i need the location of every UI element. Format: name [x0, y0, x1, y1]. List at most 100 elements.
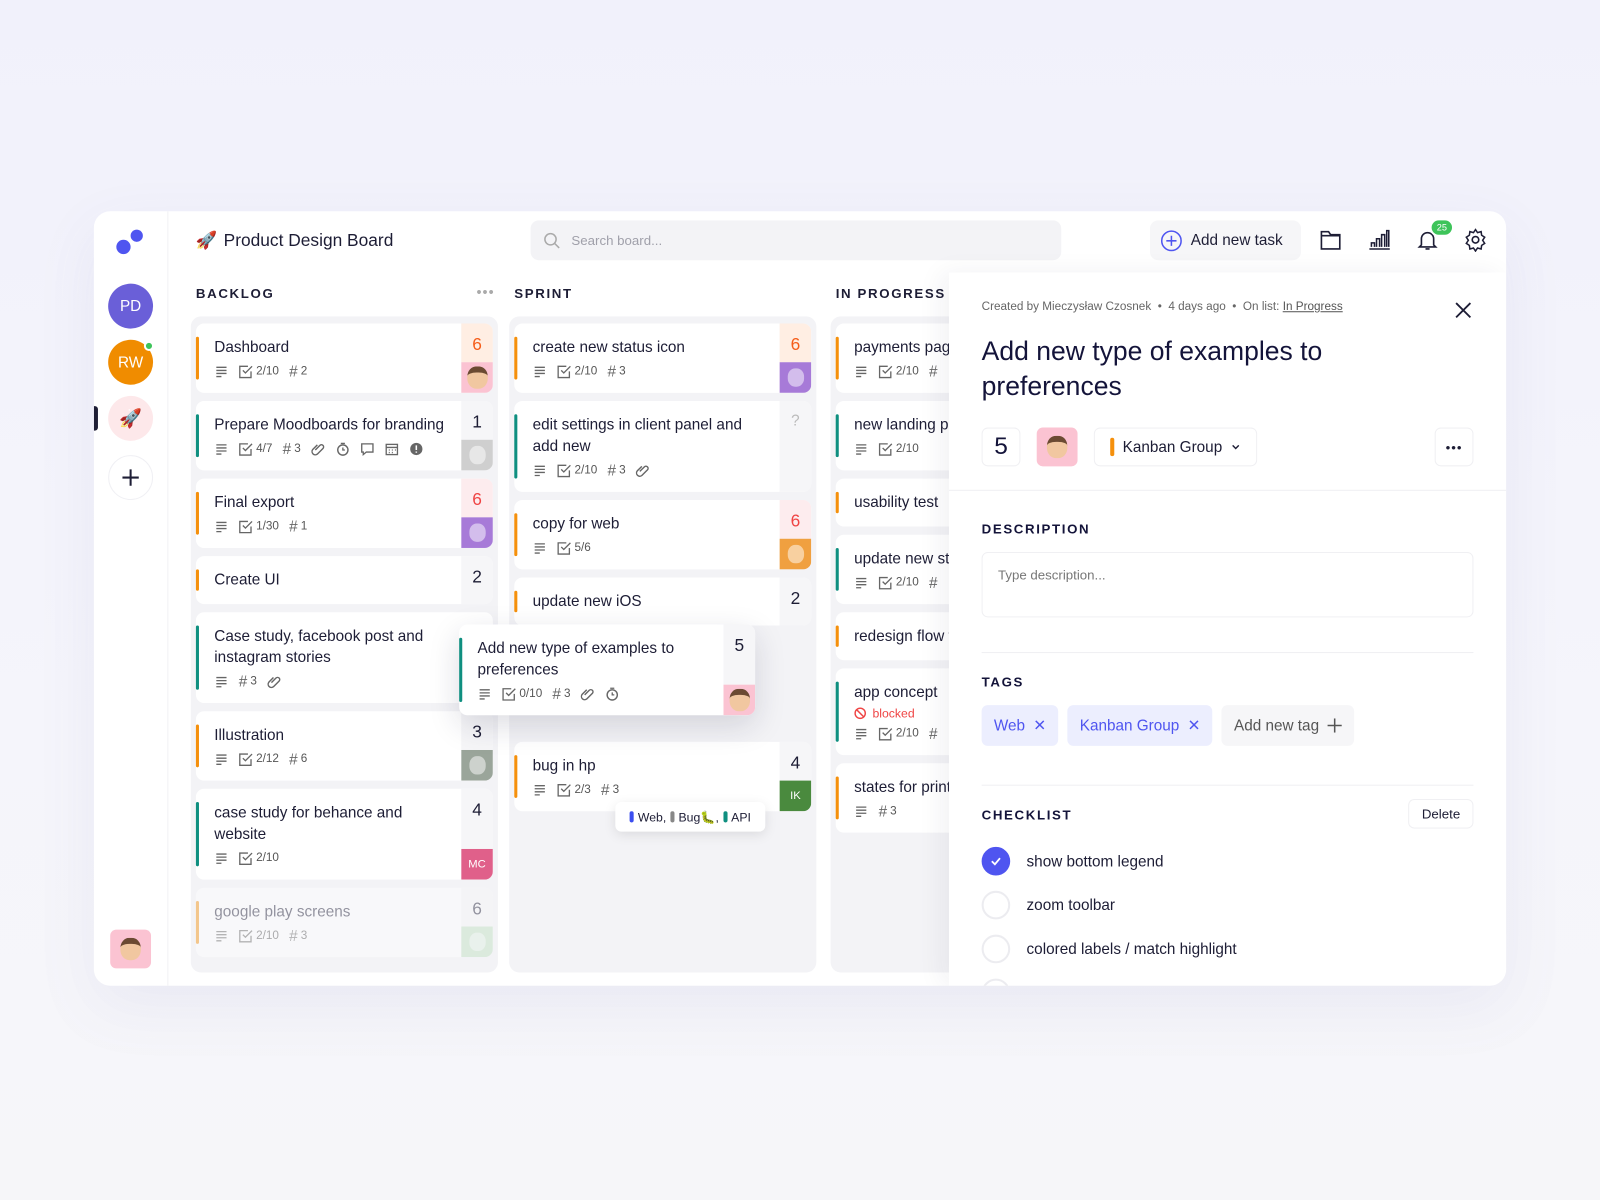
- card-meta: 2/10 #3: [533, 362, 771, 381]
- card-side: ?: [779, 401, 812, 492]
- search-bar[interactable]: [530, 220, 1062, 261]
- meta-value: 2/10: [256, 852, 279, 865]
- folder-icon[interactable]: [1318, 228, 1342, 252]
- task-card[interactable]: google play screens 2/10 #3 6: [195, 887, 493, 958]
- assignee-avatar[interactable]: [461, 749, 493, 781]
- checklist-icon: [878, 727, 893, 741]
- dragged-task-card[interactable]: Add new type of examples to preferences 0…: [459, 624, 756, 716]
- card-title: Final export: [214, 493, 295, 512]
- assignee-avatar[interactable]: [461, 517, 493, 548]
- delete-checklist-button[interactable]: Delete: [1408, 798, 1474, 829]
- workspace-pd[interactable]: PD: [108, 283, 154, 329]
- check-icon: [991, 857, 1001, 866]
- task-card[interactable]: Create UI 2: [195, 556, 493, 605]
- checklist-item[interactable]: colored labels / match highlight: [981, 934, 1237, 964]
- task-card[interactable]: Illustration 2/12 #6 3: [195, 711, 493, 781]
- checkbox-unchecked[interactable]: [981, 890, 1011, 920]
- task-card[interactable]: copy for web 5/6 6: [514, 499, 812, 570]
- checklist-item[interactable]: zoom toolbar: [981, 890, 1115, 920]
- search-input[interactable]: [571, 232, 1021, 248]
- plus-icon: [122, 469, 139, 486]
- meta-description: [533, 463, 547, 477]
- checkbox-unchecked[interactable]: [981, 934, 1011, 964]
- task-card[interactable]: Case study, facebook post and instagram …: [195, 612, 493, 704]
- meta-description: [214, 364, 228, 378]
- column-title-backlog: BACKLOG: [195, 285, 275, 302]
- checklist-item-label: show bottom legend: [1026, 852, 1164, 870]
- task-card[interactable]: Final export 1/30 #1 6: [195, 478, 493, 548]
- meta-checklist: 2/3: [557, 783, 591, 797]
- group-dropdown[interactable]: Kanban Group: [1093, 427, 1258, 467]
- meta-checklist: 2/10: [557, 364, 597, 379]
- hash-icon: #: [607, 362, 617, 381]
- task-card[interactable]: case study for behance and website 2/10 4 M…: [195, 788, 493, 880]
- avatar-face: [466, 366, 488, 389]
- description-input[interactable]: [981, 552, 1474, 618]
- column-menu-icon[interactable]: •••: [477, 284, 495, 300]
- column-backlog: Dashboard 2/10 #2 6 Prepare Moodboards for b…: [190, 316, 498, 973]
- checklist-item[interactable]: show bottom legend: [981, 846, 1164, 876]
- task-card[interactable]: update new iOS 2: [514, 577, 812, 626]
- remove-tag-icon[interactable]: ✕: [1187, 716, 1200, 734]
- description-icon: [479, 689, 490, 700]
- task-card[interactable]: create new status icon 2/10 #3 6: [514, 323, 812, 393]
- remove-tag-icon[interactable]: ✕: [1033, 716, 1046, 734]
- card-meta: 2/10 #2: [214, 363, 452, 380]
- workspace-product-design[interactable]: 🚀: [108, 395, 154, 441]
- points-field[interactable]: 5: [981, 427, 1021, 467]
- task-title[interactable]: Add new type of examples to preferences: [982, 334, 1370, 403]
- meta-hash: #: [929, 363, 941, 380]
- assignee-avatar[interactable]: [461, 439, 493, 471]
- task-detail-panel: Created by Mieczysław Czosnek • 4 days a…: [948, 272, 1507, 986]
- card-title: Case study, facebook post and instagram …: [214, 627, 424, 667]
- meta-hash: #3: [608, 462, 626, 479]
- task-card[interactable]: Prepare Moodboards for branding 4/7 #3 1: [195, 401, 493, 471]
- add-tag-label: Add new tag: [1233, 716, 1320, 735]
- tag-color-web: [629, 811, 634, 823]
- description-heading: DESCRIPTION: [981, 521, 1091, 537]
- meta-value: 3: [890, 805, 897, 818]
- avatar-face: [1046, 435, 1068, 459]
- assignee-avatar[interactable]: [723, 684, 756, 716]
- assignee-avatar[interactable]: [461, 362, 493, 393]
- add-new-task-button[interactable]: Add new task: [1149, 220, 1302, 261]
- checklist-icon: [502, 688, 516, 701]
- workspace-rw[interactable]: RW: [108, 339, 155, 385]
- card-meta: 0/10 #3: [478, 685, 715, 703]
- description-icon: [216, 853, 227, 864]
- assignee-avatar[interactable]: [461, 926, 493, 958]
- card-side: 6: [461, 887, 493, 958]
- meta-hash: #2: [289, 363, 307, 380]
- card-stripe: [195, 491, 199, 535]
- story-points: 6: [461, 323, 493, 363]
- assignee-avatar[interactable]: [779, 538, 812, 570]
- meta-value: 2/3: [574, 783, 591, 796]
- checklist-icon: [557, 542, 571, 555]
- chart-icon[interactable]: [1367, 228, 1391, 252]
- add-workspace-button[interactable]: [108, 455, 154, 500]
- assignee-avatar[interactable]: MC: [461, 848, 493, 880]
- add-tag-button[interactable]: Add new tag: [1221, 705, 1354, 746]
- meta-checklist: 0/10: [502, 687, 542, 701]
- assignee-avatar[interactable]: IK: [779, 780, 812, 812]
- task-card[interactable]: edit settings in client panel and add ne…: [514, 401, 812, 492]
- checkbox-unchecked[interactable]: [981, 978, 1011, 986]
- close-icon[interactable]: [1453, 300, 1473, 320]
- assignee-avatar[interactable]: [779, 362, 812, 393]
- user-avatar[interactable]: [110, 929, 152, 969]
- meta-value: 2/10: [895, 365, 919, 378]
- gear-icon[interactable]: [1463, 228, 1487, 253]
- tag-web[interactable]: Web ✕: [981, 705, 1059, 746]
- assignee-avatar[interactable]: [1036, 427, 1078, 467]
- group-label: Kanban Group: [1122, 438, 1223, 456]
- card-stripe: [195, 802, 199, 867]
- on-list-link[interactable]: In Progress: [1283, 301, 1343, 313]
- meta-clock: [605, 687, 619, 701]
- more-options-button[interactable]: •••: [1434, 427, 1474, 467]
- tag-kanban-group[interactable]: Kanban Group ✕: [1067, 705, 1213, 746]
- checkbox-checked[interactable]: [981, 846, 1011, 876]
- task-card[interactable]: bug in hp 2/3 #3 4 IK: [514, 741, 812, 812]
- checklist-item[interactable]: [981, 978, 1180, 986]
- calendar-icon: [385, 443, 398, 456]
- task-card[interactable]: Dashboard 2/10 #2 6: [195, 323, 493, 393]
